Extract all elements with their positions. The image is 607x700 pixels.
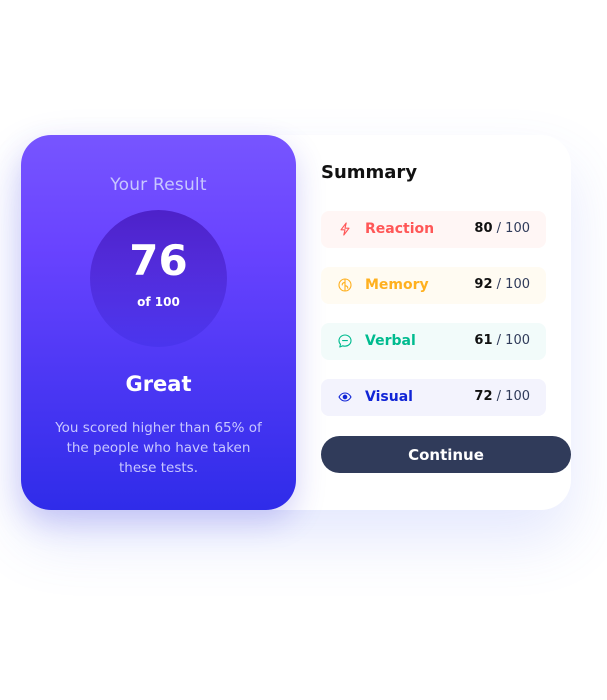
summary-item-label: Visual bbox=[365, 389, 413, 405]
result-description: You scored higher than 65% of the people… bbox=[55, 420, 262, 476]
score-max: 100 bbox=[505, 333, 530, 348]
eye-icon bbox=[337, 389, 353, 405]
result-heading: Your Result bbox=[110, 175, 207, 195]
summary-item-score: 61 / 100 bbox=[474, 333, 530, 348]
score-separator: / bbox=[496, 221, 502, 236]
summary-item-score: 92 / 100 bbox=[474, 277, 530, 292]
score-max: 100 bbox=[505, 221, 530, 236]
score-circle: 76 of 100 bbox=[90, 210, 227, 347]
score-number: 61 bbox=[474, 333, 493, 348]
rating-title: Great bbox=[125, 372, 192, 396]
summary-item-memory: Memory 92 / 100 bbox=[321, 267, 546, 304]
continue-button[interactable]: Continue bbox=[321, 436, 571, 473]
summary-item-score: 80 / 100 bbox=[474, 221, 530, 236]
score-separator: / bbox=[496, 277, 502, 292]
score-number: 92 bbox=[474, 277, 493, 292]
score-separator: / bbox=[496, 333, 502, 348]
score-number: 72 bbox=[474, 389, 493, 404]
summary-item-label: Reaction bbox=[365, 221, 435, 237]
score-separator: / bbox=[496, 389, 502, 404]
summary-title: Summary bbox=[321, 162, 418, 183]
score-number: 80 bbox=[474, 221, 493, 236]
score-max: 100 bbox=[505, 277, 530, 292]
summary-item-score: 72 / 100 bbox=[474, 389, 530, 404]
result-panel: Your Result 76 of 100 Great You scored h… bbox=[21, 135, 296, 510]
brain-icon bbox=[337, 277, 353, 293]
summary-item-label: Memory bbox=[365, 277, 429, 293]
summary-item-label: Verbal bbox=[365, 333, 416, 349]
summary-item-reaction: Reaction 80 / 100 bbox=[321, 211, 546, 248]
lightning-icon bbox=[337, 221, 353, 237]
score-max: 100 bbox=[505, 389, 530, 404]
score-value: 76 bbox=[129, 236, 188, 285]
chat-bubble-icon bbox=[337, 333, 353, 349]
summary-item-verbal: Verbal 61 / 100 bbox=[321, 323, 546, 360]
summary-item-visual: Visual 72 / 100 bbox=[321, 379, 546, 416]
score-max: of 100 bbox=[137, 295, 180, 309]
